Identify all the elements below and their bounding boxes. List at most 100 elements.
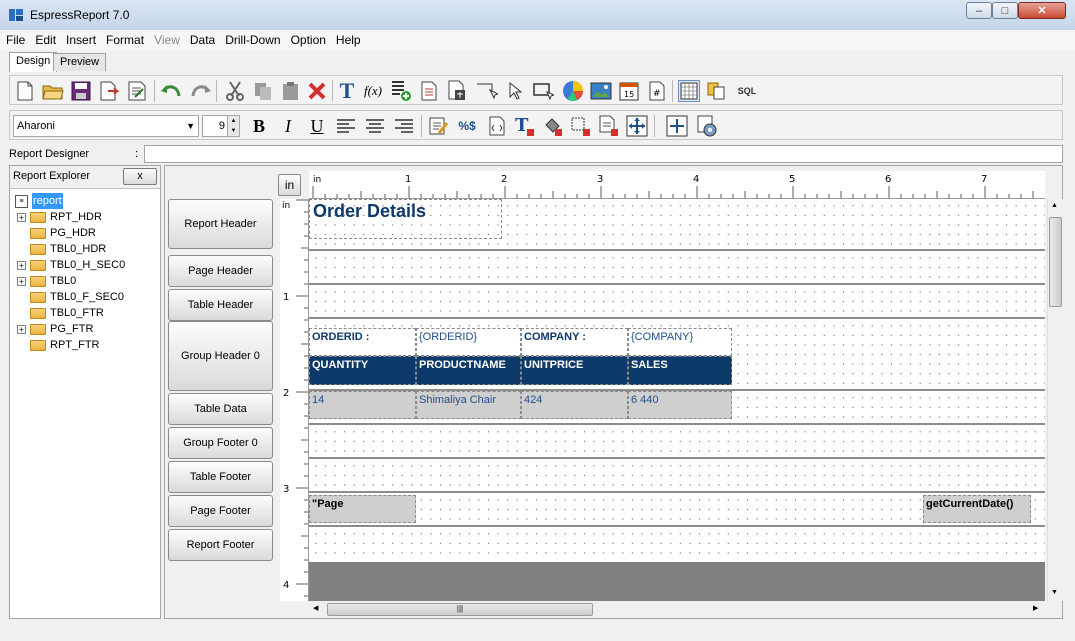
horizontal-scroll-thumb[interactable]: |||	[327, 603, 593, 616]
import-icon[interactable]	[446, 80, 468, 102]
expand-icon[interactable]: +	[17, 276, 26, 286]
section-button-group-footer-0[interactable]: Group Footer 0	[168, 427, 273, 459]
menu-edit[interactable]: Edit	[29, 33, 60, 47]
orderid-label[interactable]: ORDERID :	[309, 328, 416, 356]
font-family-select[interactable]: Aharoni ▼	[13, 115, 199, 137]
data-cell[interactable]: Shimaliya Chair	[416, 391, 521, 419]
image-icon[interactable]	[590, 80, 612, 102]
column-header[interactable]: QUANTITY	[309, 356, 416, 385]
scroll-right-icon[interactable]: ▶	[1033, 604, 1038, 612]
section-button-table-data[interactable]: Table Data	[168, 393, 273, 425]
tree-item[interactable]: + RPT_HDR	[17, 209, 102, 225]
number-format-icon[interactable]: %$	[456, 115, 478, 137]
menu-data[interactable]: Data	[184, 33, 219, 47]
italic-button[interactable]: I	[277, 115, 299, 137]
export-icon[interactable]	[98, 80, 120, 102]
delete-icon[interactable]	[306, 80, 328, 102]
expand-icon[interactable]: +	[17, 324, 26, 334]
maximize-button[interactable]: □	[992, 2, 1018, 19]
section-button-report-footer[interactable]: Report Footer	[168, 529, 273, 561]
tree-item[interactable]: TBL0_FTR	[17, 305, 104, 321]
close-window-button[interactable]: ✕	[1018, 2, 1066, 19]
menu-option[interactable]: Option	[285, 33, 330, 47]
align-right-icon[interactable]	[393, 115, 415, 137]
data-cell[interactable]: 14	[309, 391, 416, 419]
copy-icon[interactable]	[252, 80, 274, 102]
tree-item[interactable]: + TBL0	[17, 273, 76, 289]
report-canvas[interactable]: Order Details ORDERID : {ORDERID} COMPAN…	[309, 199, 1045, 601]
report-designer-field[interactable]	[144, 145, 1063, 163]
new-file-icon[interactable]	[14, 80, 36, 102]
section-button-report-header[interactable]: Report Header	[168, 199, 273, 249]
menu-file[interactable]: File	[0, 33, 29, 47]
band-group-footer[interactable]	[309, 425, 1045, 459]
tree-item[interactable]: + PG_FTR	[17, 321, 93, 337]
line-icon[interactable]	[476, 80, 498, 102]
undo-icon[interactable]	[160, 80, 182, 102]
date-icon[interactable]: 15	[618, 80, 640, 102]
band-table-footer[interactable]	[309, 459, 1045, 493]
move-icon[interactable]	[666, 115, 688, 137]
format-cell-icon[interactable]	[598, 115, 620, 137]
column-header[interactable]: UNITPRICE	[521, 356, 628, 385]
redo-icon[interactable]	[190, 80, 212, 102]
align-left-icon[interactable]	[335, 115, 357, 137]
pointer-icon[interactable]	[504, 80, 526, 102]
data-cell[interactable]: 424	[521, 391, 628, 419]
vertical-scroll-thumb[interactable]	[1049, 217, 1062, 307]
text-icon[interactable]: T	[336, 78, 358, 103]
tab-design[interactable]: Design	[9, 52, 58, 72]
tree-item[interactable]: TBL0_F_SEC0	[17, 289, 124, 305]
column-header[interactable]: PRODUCTNAME	[416, 356, 521, 385]
expand-icon[interactable]: +	[17, 260, 26, 270]
tree-item[interactable]: RPT_FTR	[17, 337, 100, 353]
horizontal-scrollbar[interactable]: ◀ ||| ▶	[309, 602, 1045, 617]
grid-icon[interactable]	[678, 80, 700, 102]
align-elements-icon[interactable]	[626, 115, 648, 137]
tree-item[interactable]: TBL0_HDR	[17, 241, 106, 257]
border-color-icon[interactable]	[570, 115, 592, 137]
menu-drill-down[interactable]: Drill-Down	[219, 33, 284, 47]
rectangle-icon[interactable]	[532, 80, 554, 102]
spinner-arrows-icon[interactable]: ▲ ▼	[227, 116, 239, 136]
sql-icon[interactable]: SQL	[736, 80, 758, 102]
minimize-button[interactable]: –	[966, 2, 992, 19]
vertical-scrollbar[interactable]: ▲ ▼	[1047, 199, 1063, 601]
band-table-header[interactable]	[309, 285, 1045, 319]
unit-toggle-button[interactable]: in	[278, 174, 301, 196]
html-tag-icon[interactable]	[486, 115, 508, 137]
insert-table-icon[interactable]	[418, 80, 440, 102]
scroll-down-icon[interactable]: ▼	[1051, 589, 1058, 596]
tree-root[interactable]: ≡ report	[15, 193, 63, 209]
company-label[interactable]: COMPANY :	[521, 328, 628, 356]
page-setup-icon[interactable]	[126, 80, 148, 102]
font-size-spinner[interactable]: 9 ▲ ▼	[202, 115, 240, 137]
current-date-field[interactable]: getCurrentDate()	[923, 495, 1031, 523]
open-folder-icon[interactable]	[42, 80, 64, 102]
section-button-table-footer[interactable]: Table Footer	[168, 461, 273, 493]
settings-icon[interactable]	[696, 115, 718, 137]
fill-color-icon[interactable]	[542, 115, 564, 137]
tab-preview[interactable]: Preview	[53, 53, 107, 71]
section-button-group-header-0[interactable]: Group Header 0	[168, 321, 273, 391]
explorer-close-button[interactable]: x	[123, 168, 157, 185]
scroll-left-icon[interactable]: ◀	[313, 604, 318, 612]
formula-icon[interactable]: f(x)	[362, 80, 384, 102]
cut-icon[interactable]	[224, 80, 246, 102]
company-value[interactable]: {COMPANY}	[628, 328, 732, 356]
menu-format[interactable]: Format	[100, 33, 148, 47]
align-center-icon[interactable]	[364, 115, 386, 137]
menu-view[interactable]: View	[148, 33, 184, 47]
report-title[interactable]: Order Details	[309, 199, 502, 239]
page-number-field[interactable]: "Page	[309, 495, 416, 523]
expand-icon[interactable]: +	[17, 212, 26, 222]
section-button-page-header[interactable]: Page Header	[168, 255, 273, 287]
text-color-icon[interactable]: T	[514, 115, 536, 137]
data-cell[interactable]: 6 440	[628, 391, 732, 419]
edit-text-icon[interactable]	[428, 115, 450, 137]
section-button-table-header[interactable]: Table Header	[168, 289, 273, 321]
band-report-footer[interactable]	[309, 527, 1045, 562]
layers-icon[interactable]	[706, 80, 728, 102]
menu-insert[interactable]: Insert	[60, 33, 100, 47]
band-page-header[interactable]	[309, 251, 1045, 285]
